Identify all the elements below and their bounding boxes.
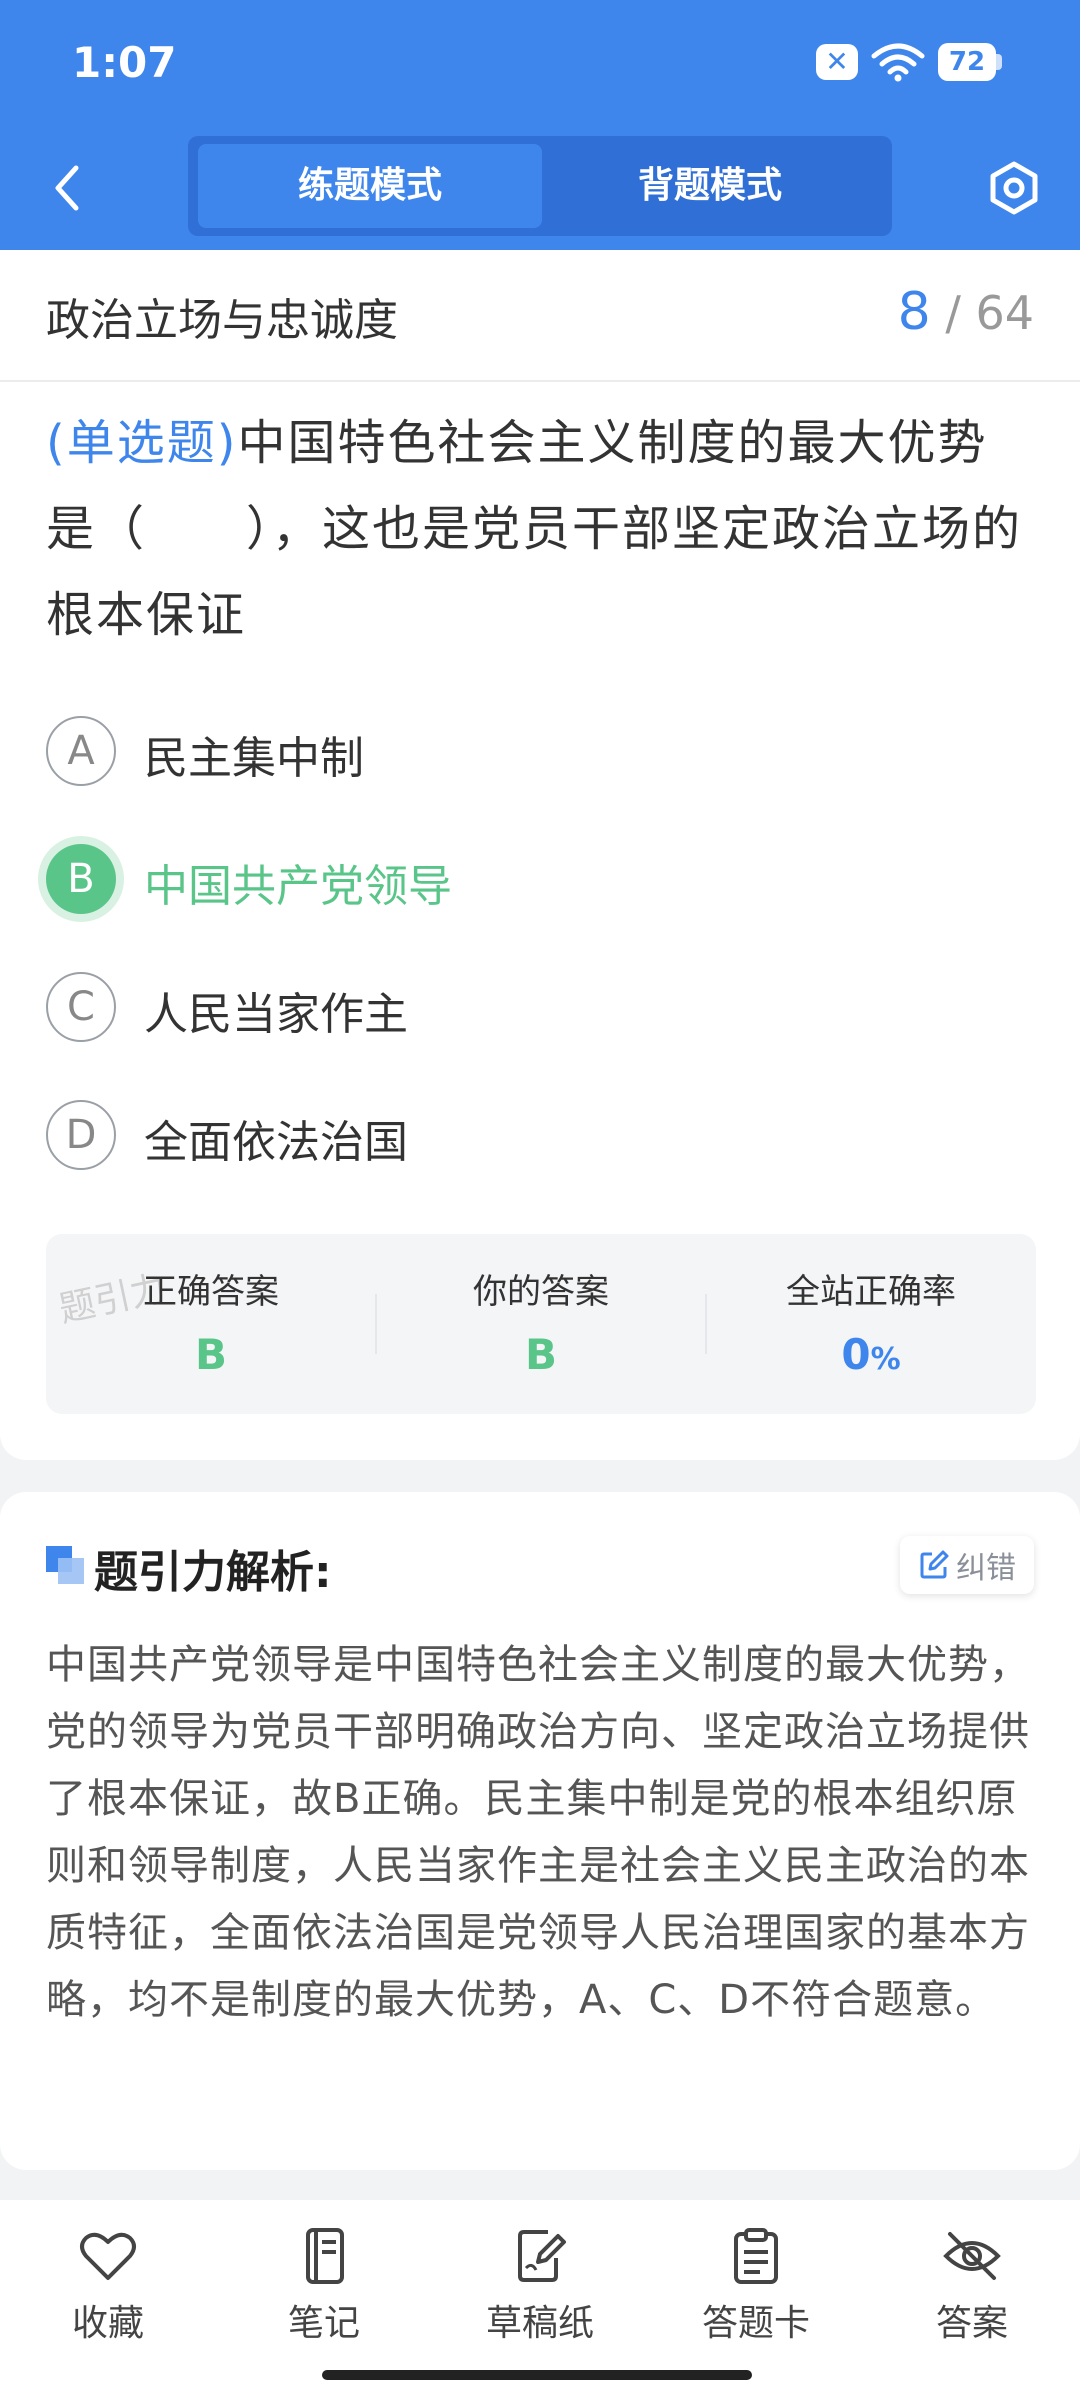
option-d[interactable]: D 全面依法治国 [46, 1096, 1036, 1176]
option-letter: D [46, 1100, 116, 1170]
clipboard-icon [734, 2228, 778, 2284]
option-c[interactable]: C 人民当家作主 [46, 968, 1036, 1048]
edit-icon [920, 1550, 949, 1579]
notes-label: 笔记 [287, 2303, 360, 2344]
question-progress[interactable]: 8 / 64 [898, 282, 1034, 342]
status-time: 1:07 [72, 38, 177, 87]
settings-icon[interactable] [984, 158, 1044, 218]
heart-icon [80, 2232, 136, 2280]
analysis-title: 题引力解析: [94, 1547, 332, 1598]
tab-memorize-mode[interactable]: 背题模式 [538, 144, 882, 228]
mode-switch: 练题模式 背题模式 [188, 136, 892, 236]
site-accuracy-label: 全站正确率 [786, 1272, 956, 1312]
option-letter: A [46, 716, 116, 786]
correct-answer-value: B [194, 1330, 227, 1379]
analysis-card: 题引力解析: 纠错 中国共产党领导是中国特色社会主义制度的最大优势，党的领导为党… [0, 1492, 1080, 2170]
home-indicator[interactable] [322, 2370, 752, 2380]
site-accuracy: 全站正确率 0% [706, 1234, 1036, 1414]
option-text: 民主集中制 [144, 733, 364, 784]
option-text: 中国共产党领导 [144, 861, 452, 912]
eye-off-icon [943, 2232, 1001, 2280]
back-arrow-icon[interactable] [42, 158, 92, 218]
question-text: (单选题)中国特色社会主义制度的最大优势是（ ），这也是党员干部坚定政治立场的根… [46, 400, 1036, 658]
status-bar: 1:07 ✕ 72 [0, 0, 1080, 125]
scratch-paper-button[interactable]: 草稿纸 [460, 2228, 620, 2346]
notebook-icon [306, 2228, 344, 2284]
progress-total: / 64 [945, 286, 1034, 340]
option-letter: C [46, 972, 116, 1042]
show-answer-label: 答案 [935, 2303, 1008, 2344]
analysis-icon [46, 1546, 84, 1584]
progress-current: 8 [897, 282, 931, 342]
favorite-button[interactable]: 收藏 [28, 2228, 188, 2346]
correct-answer: 正确答案 B [46, 1234, 376, 1414]
draft-icon [518, 2230, 566, 2282]
report-error-button[interactable]: 纠错 [900, 1536, 1034, 1594]
report-error-label: 纠错 [956, 1551, 1016, 1586]
your-answer: 你的答案 B [376, 1234, 706, 1414]
tab-practice-mode[interactable]: 练题模式 [198, 144, 542, 228]
option-text: 全面依法治国 [144, 1117, 408, 1168]
show-answer-button[interactable]: 答案 [892, 2228, 1052, 2346]
option-letter: B [46, 844, 116, 914]
option-text: 人民当家作主 [144, 989, 408, 1040]
scratch-paper-label: 草稿纸 [485, 2303, 594, 2344]
option-b[interactable]: B 中国共产党领导 [46, 840, 1036, 920]
favorite-label: 收藏 [71, 2303, 144, 2344]
analysis-text: 中国共产党领导是中国特色社会主义制度的最大优势，党的领导为党员干部明确政治方向、… [46, 1642, 1030, 2023]
wifi-icon [871, 43, 925, 82]
nav-bar: 练题模式 背题模式 [0, 128, 1080, 250]
battery-level: 72 [938, 43, 996, 81]
your-answer-value: B [524, 1330, 557, 1379]
notes-button[interactable]: 笔记 [244, 2228, 404, 2346]
app-header: 1:07 ✕ 72 练题模式 背题模式 [0, 0, 1080, 250]
answer-sheet-button[interactable]: 答题卡 [676, 2228, 836, 2346]
answer-summary: 题引力 正确答案 B 你的答案 B 全站正确率 0% [46, 1234, 1036, 1414]
question-type: (单选题) [46, 415, 238, 471]
section-title: 政治立场与忠诚度 [46, 295, 398, 346]
status-icons: ✕ 72 [816, 42, 1002, 82]
answer-sheet-label: 答题卡 [701, 2303, 810, 2344]
correct-answer-label: 正确答案 [143, 1272, 279, 1312]
option-a[interactable]: A 民主集中制 [46, 712, 1036, 792]
section-header: 政治立场与忠诚度 8 / 64 [0, 250, 1080, 382]
notification-icon: ✕ [816, 44, 858, 80]
site-accuracy-value: 0% [841, 1330, 901, 1379]
your-answer-label: 你的答案 [473, 1272, 609, 1312]
battery-icon: 72 [938, 43, 1002, 81]
question-card: 政治立场与忠诚度 8 / 64 (单选题)中国特色社会主义制度的最大优势是（ ）… [0, 250, 1080, 1460]
